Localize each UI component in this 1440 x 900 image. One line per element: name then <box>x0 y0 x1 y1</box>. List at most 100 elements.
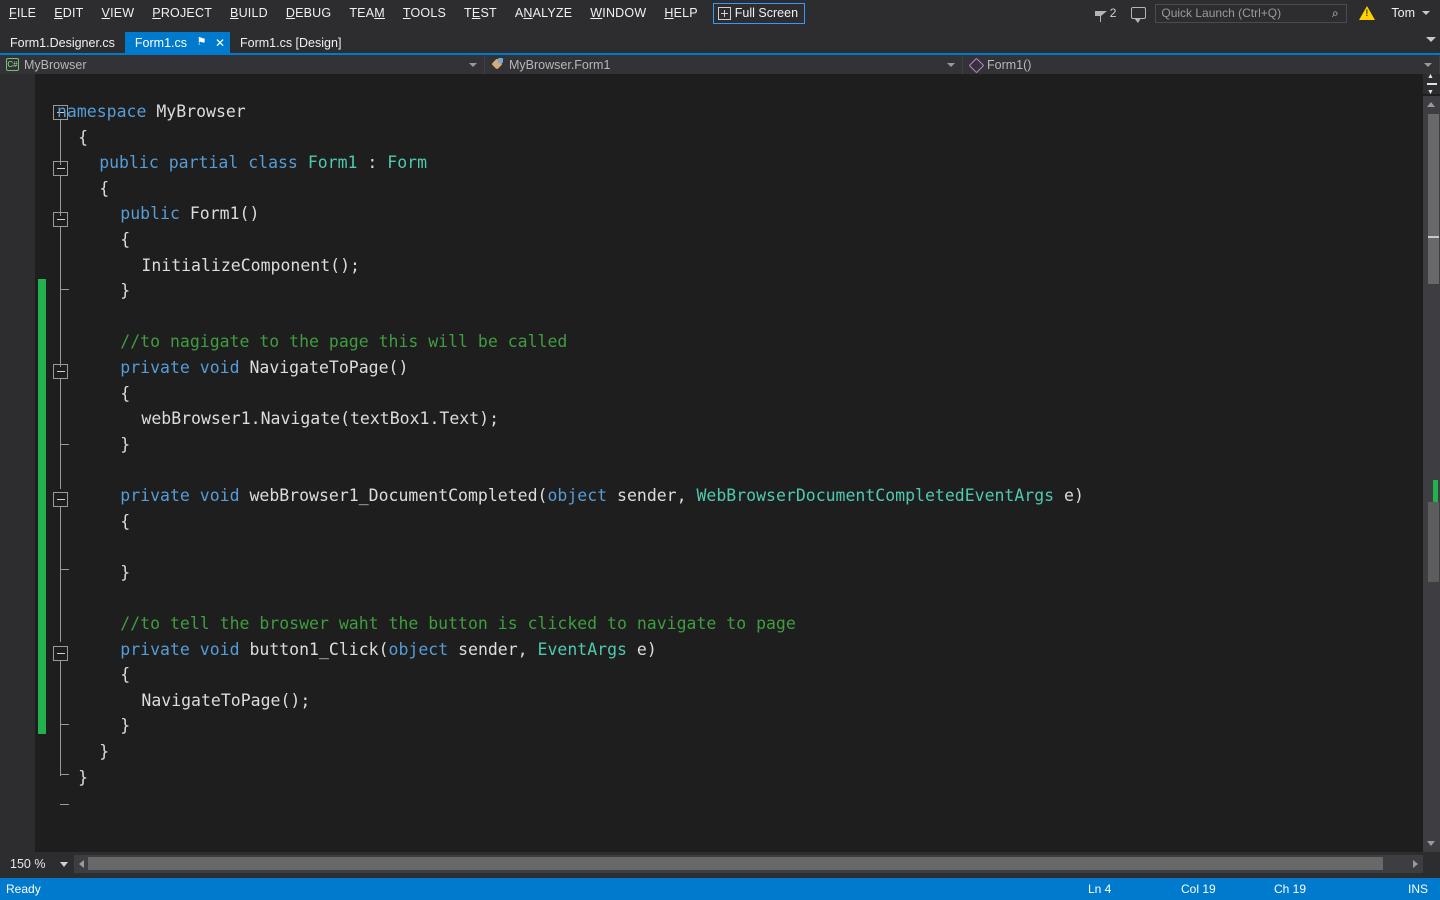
class-icon <box>491 58 504 71</box>
document-tab[interactable]: Form1.cs [Design] <box>230 32 351 53</box>
horizontal-scrollbar-thumb[interactable] <box>88 857 1383 870</box>
document-tab[interactable]: Form1.Designer.cs <box>0 32 125 53</box>
vertical-scrollbar-thumb[interactable] <box>1428 114 1439 284</box>
full-screen-label: Full Screen <box>734 6 799 20</box>
search-icon[interactable]: ⌕ <box>1327 6 1343 21</box>
code-line[interactable]: //to nagigate to the page this will be c… <box>120 329 567 355</box>
zoom-level-label: 150 % <box>10 857 46 871</box>
code-line[interactable]: } <box>99 739 109 765</box>
code-line[interactable]: } <box>120 432 130 458</box>
warning-icon[interactable] <box>1359 6 1376 20</box>
code-line[interactable]: { <box>120 509 130 535</box>
method-icon <box>969 58 982 71</box>
code-line[interactable]: public Form1() <box>120 201 259 227</box>
chevron-down-icon[interactable] <box>947 63 955 67</box>
change-bar-modified <box>38 279 46 734</box>
user-account-menu[interactable]: Tom <box>1385 6 1434 20</box>
type-dropdown-label: MyBrowser.Form1 <box>509 57 611 72</box>
code-line[interactable]: { <box>120 381 130 407</box>
vertical-scrollbar[interactable] <box>1423 96 1440 835</box>
code-surface[interactable]: namespace MyBrowser{public partial class… <box>35 74 1410 852</box>
code-line[interactable] <box>57 304 67 330</box>
menu-items-container: FILE EDIT VIEW PROJECT BUILD DEBUG TEAM TOOLS TE… <box>0 2 707 24</box>
chevron-down-icon[interactable] <box>469 63 477 67</box>
notifications-button[interactable]: 2 <box>1089 6 1123 22</box>
chevron-down-icon[interactable] <box>60 861 68 867</box>
code-line[interactable] <box>57 534 67 560</box>
menu-item-analyze[interactable]: ANALYZE <box>506 2 581 24</box>
chevron-down-icon[interactable] <box>1424 63 1432 67</box>
member-dropdown-label: Form1() <box>987 57 1032 72</box>
quick-launch-input[interactable] <box>1156 6 1328 20</box>
menu-item-tools[interactable]: TOOLS <box>394 2 455 24</box>
scrollbar-change-marker-green <box>1433 480 1438 502</box>
menu-item-debug[interactable]: DEBUG <box>277 2 340 24</box>
code-line[interactable]: } <box>120 278 130 304</box>
scroll-left-button[interactable] <box>74 855 88 873</box>
menu-item-window[interactable]: WINDOW <box>581 2 655 24</box>
code-line[interactable]: private void webBrowser1_DocumentComplet… <box>120 483 1084 509</box>
code-line[interactable] <box>57 457 67 483</box>
scrollbar-secondary-thumb[interactable] <box>1428 502 1439 582</box>
menu-item-edit[interactable]: EDIT <box>45 2 92 24</box>
horizontal-scrollbar[interactable] <box>74 855 1423 873</box>
menu-bar-right-cluster: 2 ⌕ Tom <box>1089 0 1440 26</box>
menu-item-help[interactable]: HELP <box>655 2 706 24</box>
status-bar: Ready Ln 4 Col 19 Ch 19 INS <box>0 878 1440 900</box>
code-line[interactable]: { <box>120 662 130 688</box>
editor-split-handle[interactable]: ▼ <box>1423 73 1440 96</box>
code-line[interactable] <box>57 585 67 611</box>
code-line[interactable]: } <box>120 560 130 586</box>
scroll-up-button[interactable] <box>1423 96 1440 113</box>
full-screen-button[interactable]: Full Screen <box>712 2 806 24</box>
code-line[interactable]: private void NavigateToPage() <box>120 355 408 381</box>
code-line[interactable]: //to tell the broswer waht the button is… <box>120 611 796 637</box>
document-tab-active[interactable]: Form1.cs ⚑ ✕ <box>124 32 230 53</box>
close-icon[interactable]: ✕ <box>214 36 226 50</box>
tab-overflow-chevron-icon[interactable] <box>1426 37 1436 42</box>
menu-item-team[interactable]: TEAM <box>340 2 394 24</box>
pin-icon[interactable]: ⚑ <box>196 37 207 48</box>
quick-launch-box[interactable]: ⌕ <box>1155 3 1348 23</box>
code-line[interactable]: namespace MyBrowser <box>57 99 246 125</box>
flag-icon <box>1094 10 1107 22</box>
code-line[interactable]: webBrowser1.Navigate(textBox1.Text); <box>141 406 499 432</box>
menu-bar: FILE EDIT VIEW PROJECT BUILD DEBUG TEAM TOOLS TE… <box>0 0 1440 26</box>
member-dropdown[interactable]: Form1() <box>963 55 1440 74</box>
document-tab-label: Form1.cs [Design] <box>240 35 342 50</box>
feedback-icon[interactable] <box>1131 7 1147 23</box>
notification-count: 2 <box>1109 6 1117 20</box>
scroll-right-button[interactable] <box>1409 855 1423 873</box>
code-line[interactable]: { <box>120 227 130 253</box>
scroll-down-button[interactable] <box>1423 835 1440 852</box>
zoom-level-dropdown[interactable]: 150 % <box>6 855 74 874</box>
code-line[interactable]: NavigateToPage(); <box>141 688 310 714</box>
code-line[interactable]: private void button1_Click(object sender… <box>120 637 656 663</box>
project-dropdown-label: MyBrowser <box>24 57 87 72</box>
full-screen-icon <box>717 6 731 20</box>
horizontal-scrollbar-track[interactable] <box>88 855 1409 873</box>
status-column-number: Col 19 <box>1181 882 1216 896</box>
status-ready-label: Ready <box>6 882 41 896</box>
menu-item-test[interactable]: TEST <box>455 2 506 24</box>
status-insert-mode: INS <box>1408 882 1429 896</box>
source-code-text[interactable]: namespace MyBrowser{public partial class… <box>57 74 1410 852</box>
menu-item-file[interactable]: FILE <box>0 2 45 24</box>
code-line[interactable]: } <box>78 765 88 791</box>
menu-item-view[interactable]: VIEW <box>93 2 144 24</box>
code-editor[interactable]: namespace MyBrowser{public partial class… <box>0 73 1440 852</box>
editor-gutter <box>0 74 35 852</box>
code-line[interactable]: { <box>99 176 109 202</box>
chevron-down-icon <box>1422 11 1430 15</box>
code-line[interactable]: { <box>78 125 88 151</box>
menu-item-project[interactable]: PROJECT <box>143 2 221 24</box>
menu-item-build[interactable]: BUILD <box>221 2 277 24</box>
scrollbar-change-mark <box>1428 236 1439 238</box>
code-line[interactable]: public partial class Form1 : Form <box>99 150 427 176</box>
document-tab-bar: Form1.Designer.cs Form1.cs ⚑ ✕ Form1.cs [Des… <box>0 32 1440 53</box>
code-line[interactable]: } <box>120 713 130 739</box>
type-dropdown[interactable]: MyBrowser.Form1 <box>485 55 963 74</box>
project-dropdown[interactable]: C# MyBrowser <box>0 55 485 74</box>
navigation-bar: C# MyBrowser MyBrowser.Form1 Form1() <box>0 55 1440 74</box>
code-line[interactable]: InitializeComponent(); <box>141 253 360 279</box>
